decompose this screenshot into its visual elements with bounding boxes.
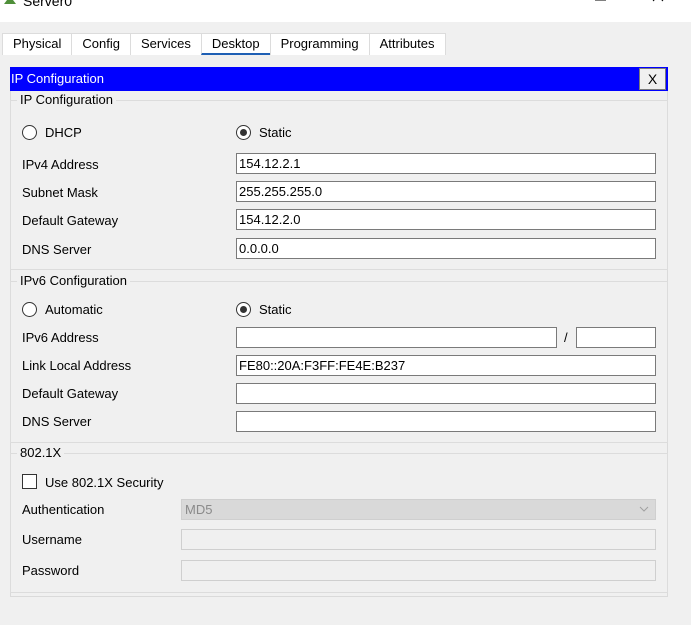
ipv6-automatic-label: Automatic (45, 302, 103, 317)
link-local-field[interactable]: FE80::20A:F3FF:FE4E:B237 (236, 355, 656, 376)
ipv6-dns-field[interactable] (236, 411, 656, 432)
panel-title: IP Configuration (11, 71, 104, 86)
ipv6-gateway-field[interactable] (236, 383, 656, 404)
authentication-value: MD5 (185, 502, 213, 517)
window-title: Server0 (23, 0, 73, 9)
minimize-icon[interactable] (520, 0, 566, 8)
ipv6-static-label: Static (259, 302, 292, 317)
ipv6-static-radio[interactable] (236, 302, 251, 317)
tab-desktop[interactable]: Desktop (200, 33, 271, 55)
ipv6-automatic-radio[interactable] (22, 302, 37, 317)
prefix-separator: / (564, 330, 568, 345)
tab-programming[interactable]: Programming (269, 33, 370, 55)
ipv4-gateway-label: Default Gateway (22, 213, 119, 228)
subnet-mask-label: Subnet Mask (22, 185, 98, 200)
window-titlebar: Server0 (0, 0, 691, 22)
dhcp-radio[interactable] (22, 125, 37, 140)
ipv6-dns-label: DNS Server (22, 414, 92, 429)
chevron-down-icon (639, 506, 649, 512)
password-field[interactable] (181, 560, 656, 581)
subnet-mask-field[interactable]: 255.255.255.0 (236, 181, 656, 202)
ip-config-panel: IP Configuration DHCP Static IPv4 Addres… (10, 91, 668, 597)
ipv6-gateway-label: Default Gateway (22, 386, 119, 401)
tab-attributes[interactable]: Attributes (368, 33, 446, 55)
ipv6-group: IPv6 Configuration Automatic Static IPv6… (10, 273, 668, 443)
tab-list: Physical Config Services Desktop Program… (2, 33, 446, 55)
server-app-icon (4, 0, 16, 4)
ipv4-static-radio[interactable] (236, 125, 251, 140)
ipv6-prefix-field[interactable] (576, 327, 656, 348)
ipv4-dns-field[interactable]: 0.0.0.0 (236, 238, 656, 259)
use-8021x-checkbox[interactable] (22, 474, 37, 489)
dhcp-label: DHCP (45, 125, 82, 140)
authentication-label: Authentication (22, 502, 105, 517)
username-field[interactable] (181, 529, 656, 550)
ipv4-legend: IP Configuration (17, 92, 116, 108)
ipv4-gateway-field[interactable]: 154.12.2.0 (236, 209, 656, 230)
maximize-icon[interactable] (577, 0, 623, 8)
tab-services[interactable]: Services (130, 33, 202, 55)
use-8021x-label: Use 802.1X Security (45, 475, 164, 490)
link-local-label: Link Local Address (22, 358, 132, 373)
ip-config-header: IP Configuration X (10, 67, 668, 91)
ipv4-static-label: Static (259, 125, 292, 140)
dot1x-group: 802.1X Use 802.1X Security Authenticatio… (10, 445, 668, 593)
ipv4-address-field[interactable]: 154.12.2.1 (236, 153, 656, 174)
authentication-select[interactable]: MD5 (181, 499, 656, 520)
password-label: Password (22, 563, 80, 578)
ipv4-group: IP Configuration DHCP Static IPv4 Addres… (10, 92, 668, 270)
desktop-content: IP Configuration X IP Configuration DHCP… (0, 56, 691, 625)
tab-config[interactable]: Config (71, 33, 131, 55)
tab-strip: Physical Config Services Desktop Program… (0, 22, 691, 56)
username-label: Username (22, 532, 82, 547)
tab-physical[interactable]: Physical (2, 33, 73, 55)
dot1x-legend: 802.1X (17, 445, 65, 461)
ipv6-address-field[interactable] (236, 327, 557, 348)
panel-close-button[interactable]: X (639, 68, 666, 90)
ipv4-dns-label: DNS Server (22, 242, 92, 257)
ipv4-address-label: IPv4 Address (22, 157, 99, 172)
ipv6-address-label: IPv6 Address (22, 330, 99, 345)
window-close-icon[interactable] (634, 0, 680, 8)
ipv6-legend: IPv6 Configuration (17, 273, 130, 289)
